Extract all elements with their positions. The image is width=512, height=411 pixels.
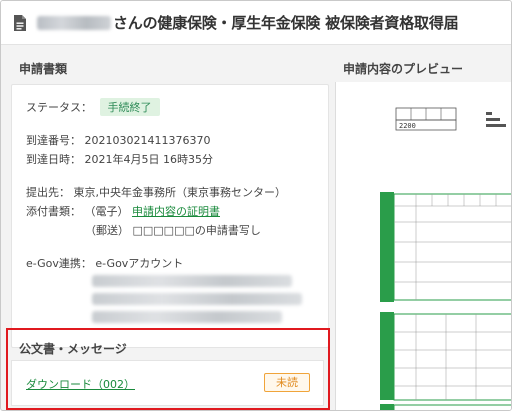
certificate-link[interactable]: 申請内容の証明書 xyxy=(132,205,220,218)
attachments-row: 添付書類： （電子） 申請内容の証明書 xyxy=(26,203,220,219)
messages-section-title: 公文書・メッセージ xyxy=(19,342,127,356)
submit-to-row: 提出先： 東京,中央年金事務所（東京事務センター） xyxy=(26,184,286,200)
arrival-date-value: 2021年4月5日 16時35分 xyxy=(84,153,213,166)
arrival-date-row: 到達日時： 2021年4月5日 16時35分 xyxy=(26,151,213,167)
egov-label: e-Gov連携： xyxy=(26,257,92,270)
egov-account-redacted-1 xyxy=(92,275,292,287)
window: さんの健康保険・厚生年金保険 被保険者資格取得届 申請書類 ステータス： 手続終… xyxy=(0,0,512,411)
form-code-boxes: 2200 xyxy=(395,107,506,131)
employee-name-redacted xyxy=(37,15,111,30)
arrival-number-value: 2021030214113763​70 xyxy=(84,134,211,147)
status-badge: 手続終了 xyxy=(99,98,160,116)
page-header: さんの健康保険・厚生年金保険 被保険者資格取得届 xyxy=(1,1,511,45)
arrival-number-label: 到達番号： xyxy=(26,134,81,147)
form-code: 2200 xyxy=(399,122,416,130)
unread-badge: 未読 xyxy=(264,373,310,392)
message-item[interactable]: ダウンロード（002） 未読 xyxy=(11,360,324,406)
egov-account-redacted-2 xyxy=(92,293,302,305)
preview-panel: 申請内容のプレビュー 2200 xyxy=(333,46,511,410)
left-panel: 申請書類 ステータス： 手続終了 到達番号： 2021030214113763​… xyxy=(1,46,333,410)
arrival-date-label: 到達日時： xyxy=(26,153,81,166)
form-section-submitter xyxy=(380,192,511,302)
attachment-mail-label: （郵送） xyxy=(85,224,129,237)
arrival-number-row: 到達番号： 2021030214113763​70 xyxy=(26,132,210,148)
submit-to-label: 提出先： xyxy=(26,186,70,199)
egov-value: e-Govアカウント xyxy=(95,257,184,270)
attachment-mail-value: □□□□□□の申請書写し xyxy=(132,224,261,237)
page-title: さんの健康保険・厚生年金保険 被保険者資格取得届 xyxy=(113,14,459,32)
application-card: ステータス： 手続終了 到達番号： 2021030214113763​70 到達… xyxy=(11,84,329,348)
submit-to-value: 東京,中央年金事務所（東京事務センター） xyxy=(73,186,287,199)
download-link[interactable]: ダウンロード（002） xyxy=(26,376,135,392)
egov-row: e-Gov連携： e-Govアカウント xyxy=(26,255,183,271)
form-section-insured-1 xyxy=(380,312,511,401)
egov-account-redacted-3 xyxy=(92,311,282,323)
attachment-electronic-label: （電子） xyxy=(84,205,129,218)
form-preview[interactable]: 2200 xyxy=(335,82,511,410)
document-icon xyxy=(14,14,26,31)
attachments-label: 添付書類： xyxy=(26,205,81,218)
status-label: ステータス： xyxy=(26,101,92,114)
attachment-mail-row: （郵送） □□□□□□の申請書写し xyxy=(85,222,261,238)
preview-section-title: 申請内容のプレビュー xyxy=(343,62,464,76)
form-section-insured-2 xyxy=(380,404,511,410)
application-section-title: 申請書類 xyxy=(19,62,68,76)
status-row: ステータス： 手続終了 xyxy=(26,98,160,116)
form-preview-image: 2200 xyxy=(380,107,511,410)
